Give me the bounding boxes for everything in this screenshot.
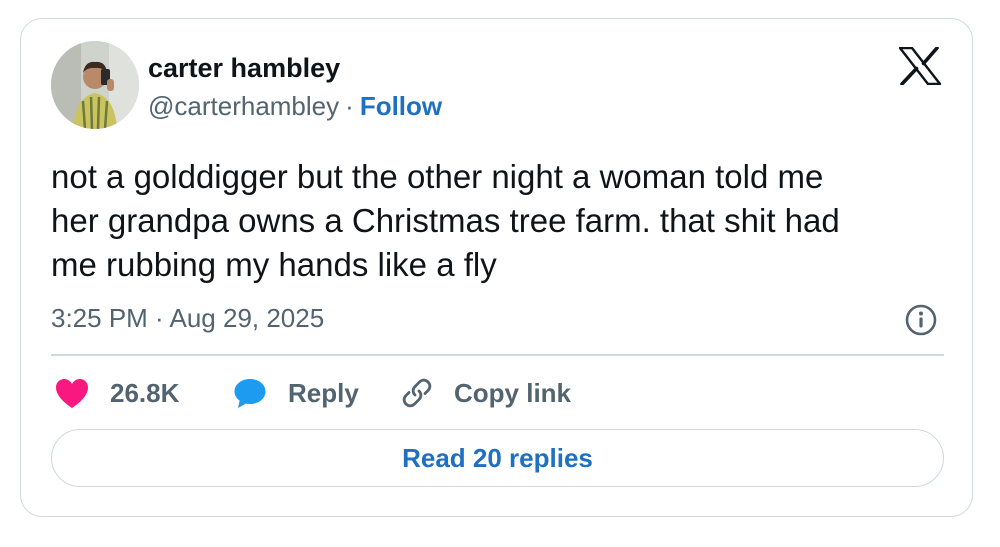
x-logo-icon[interactable] — [898, 46, 942, 86]
link-icon — [402, 378, 432, 408]
handle-separator: · — [345, 91, 354, 121]
heart-icon — [56, 379, 88, 408]
tweet-text-line: not a golddigger but the other night a w… — [51, 158, 824, 195]
author-display-name[interactable]: carter hambley — [148, 52, 340, 84]
speech-bubble-icon — [234, 379, 266, 408]
read-replies-label: Read 20 replies — [402, 443, 593, 473]
like-button[interactable]: 26.8K — [54, 375, 179, 411]
author-avatar[interactable] — [51, 41, 139, 129]
info-icon[interactable] — [905, 304, 937, 336]
like-count: 26.8K — [110, 378, 180, 408]
reply-label: Reply — [288, 378, 359, 408]
tweet-text-line: her grandpa owns a Christmas tree farm. … — [51, 202, 840, 239]
tweet-text: not a golddigger but the other night a w… — [51, 155, 941, 287]
follow-link[interactable]: Follow — [360, 91, 442, 121]
tweet-card: carter hambley @carterhambley · Follow not… — [20, 18, 973, 517]
read-replies-button[interactable]: Read 20 replies — [51, 429, 944, 487]
tweet-timestamp[interactable]: 3:25 PM · Aug 29, 2025 — [51, 302, 324, 334]
tweet-text-line: me rubbing my hands like a fly — [51, 246, 497, 283]
author-handle-row: @carterhambley · Follow — [148, 90, 442, 122]
copy-link-button[interactable]: Copy link — [400, 375, 571, 411]
divider — [51, 354, 944, 356]
author-handle[interactable]: @carterhambley — [148, 91, 339, 121]
reply-button[interactable]: Reply — [233, 375, 359, 411]
copy-link-label: Copy link — [454, 378, 572, 408]
